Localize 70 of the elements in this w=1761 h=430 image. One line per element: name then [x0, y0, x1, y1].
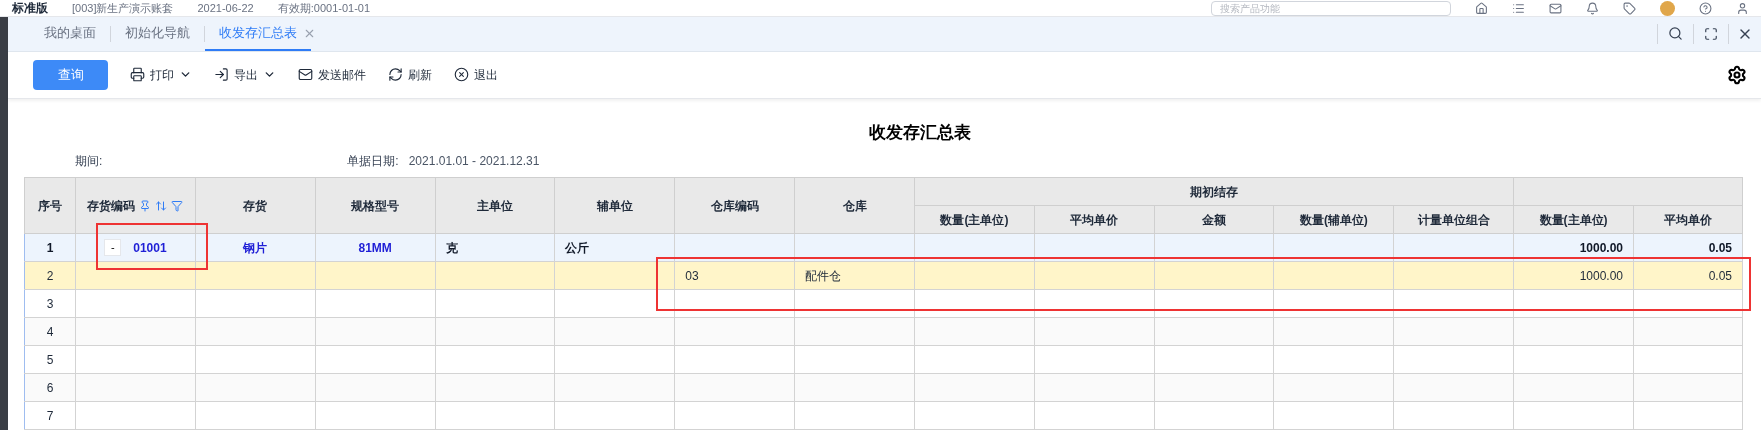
table-cell: 钢片 — [243, 240, 268, 255]
column-header: 辅单位 — [596, 197, 633, 215]
help-icon[interactable] — [1699, 1, 1712, 15]
sort-icon[interactable] — [155, 199, 168, 212]
group-header: 期初结存 — [1190, 184, 1239, 199]
mail-icon[interactable] — [1549, 1, 1562, 15]
column-header: 数量(辅单位) — [1299, 212, 1368, 227]
search-icon[interactable] — [1668, 26, 1683, 42]
column-header: 平均单价 — [1070, 212, 1119, 227]
column-header: 平均单价 — [1664, 212, 1712, 227]
pin-icon[interactable] — [139, 199, 152, 212]
period-label: 期间: — [75, 153, 103, 171]
column-header: 金额 — [1202, 212, 1227, 227]
export-icon — [214, 67, 229, 83]
list-icon[interactable] — [1512, 1, 1525, 15]
mail-icon — [298, 67, 313, 83]
toolbar-button[interactable]: 退出 — [454, 65, 498, 84]
login-date: 2021-06-22 — [197, 2, 254, 14]
collapse-toggle[interactable]: - — [104, 239, 122, 257]
table-cell: 0.05 — [1708, 240, 1732, 255]
tab[interactable]: 我的桌面 — [30, 17, 110, 51]
fullscreen-icon[interactable] — [1704, 26, 1718, 41]
search-field[interactable]: 搜索产品功能 — [1211, 0, 1451, 16]
column-header: 仓库编码 — [710, 197, 759, 215]
column-header: 数量(主单位) — [940, 212, 1009, 227]
table-cell: 配件仓 — [805, 268, 842, 283]
table-cell: 1000.00 — [1579, 268, 1623, 283]
print-icon — [130, 67, 145, 83]
table-cell-text: 01001 — [133, 239, 167, 257]
column-header: 数量(主单位) — [1539, 212, 1608, 227]
row-number: 4 — [46, 324, 54, 339]
tab[interactable]: 收发存汇总表 — [205, 17, 311, 51]
tag-icon[interactable] — [1623, 1, 1636, 15]
table-cell: 公斤 — [565, 240, 590, 255]
table-cell: 0.05 — [1708, 268, 1732, 283]
column-header: 存货 — [243, 197, 268, 215]
exit-icon — [454, 67, 469, 83]
row-number: 2 — [46, 268, 54, 283]
date-range: 2021.01.01 - 2021.12.31 — [408, 153, 540, 171]
toolbar-button[interactable]: 刷新 — [388, 65, 432, 84]
table-cell: 03 — [685, 268, 699, 283]
account-name: [003]新生产演示账套 — [72, 2, 174, 14]
column-header: 仓库 — [842, 197, 867, 215]
row-number: 7 — [46, 408, 54, 423]
column-header: 存货编码 — [87, 197, 136, 215]
tab[interactable]: 初始化导航 — [111, 17, 204, 51]
column-header: 主单位 — [477, 197, 514, 215]
row-number: 6 — [46, 380, 54, 395]
table-cell: 81MM — [358, 240, 392, 255]
toolbar-button[interactable]: 打印 — [130, 65, 192, 84]
bell-icon[interactable] — [1586, 1, 1599, 15]
settings-icon[interactable] — [1727, 64, 1747, 85]
toolbar-button[interactable]: 导出 — [214, 65, 276, 84]
table-cell: 1000.00 — [1579, 240, 1623, 255]
brand-name: 标准版 — [12, 2, 48, 14]
refresh-icon — [388, 67, 403, 83]
validity-text: 有效期:0001-01-01 — [277, 2, 371, 14]
report-title: 收发存汇总表 — [868, 121, 971, 144]
user-icon[interactable] — [1736, 1, 1749, 15]
date-label: 单据日期: — [347, 153, 399, 171]
column-header: 序号 — [37, 197, 62, 215]
column-header: 规格型号 — [351, 197, 400, 215]
home-icon[interactable] — [1475, 1, 1488, 15]
table-cell: 克 — [445, 240, 458, 255]
toolbar-button[interactable]: 发送邮件 — [298, 65, 366, 84]
row-number: 1 — [46, 240, 54, 255]
row-number: 5 — [46, 352, 54, 367]
column-header: 计量单位组合 — [1417, 212, 1490, 227]
filter-icon[interactable] — [171, 199, 184, 212]
row-number: 3 — [46, 296, 54, 311]
